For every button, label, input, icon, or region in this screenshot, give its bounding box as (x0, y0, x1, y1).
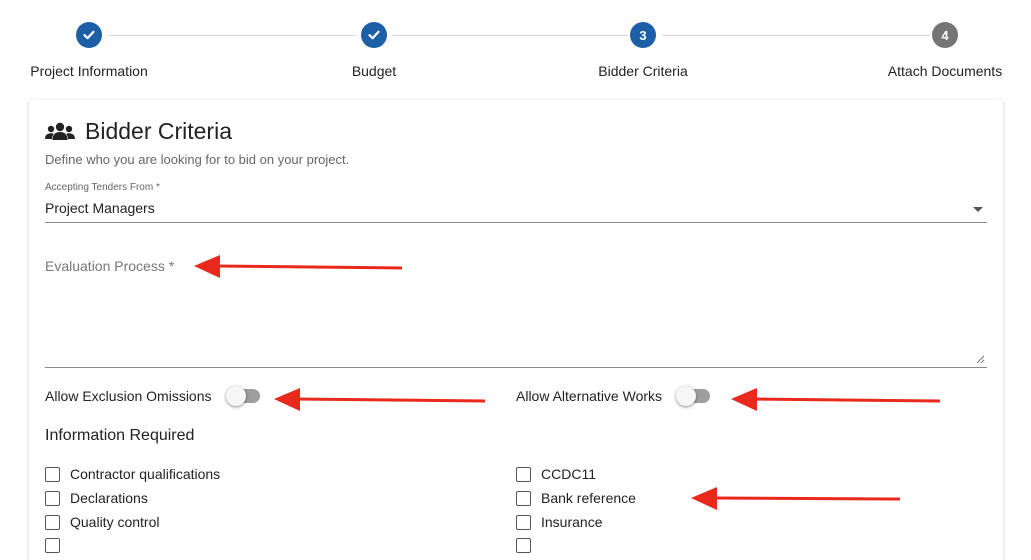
toggle-knob (225, 386, 246, 406)
exclusion-omissions-toggle[interactable] (225, 386, 262, 406)
checkbox-label: Declarations (70, 490, 148, 506)
accepting-tenders-select[interactable]: Project Managers (45, 200, 987, 223)
alternative-works-toggle[interactable] (676, 386, 712, 406)
checkbox-declarations[interactable]: Declarations (45, 490, 148, 506)
checkbox-box[interactable] (45, 514, 60, 530)
information-required-title: Information Required (45, 427, 195, 444)
check-icon (368, 30, 380, 40)
alternative-toggle-label: Allow Alternative Works (516, 388, 663, 404)
checkbox-box[interactable] (516, 538, 531, 553)
evaluation-process-textarea[interactable]: Evaluation Process * (45, 250, 987, 368)
users-icon (45, 122, 75, 140)
resize-handle-icon[interactable] (976, 355, 985, 364)
step-label-budget[interactable]: Budget (352, 63, 396, 79)
tenders-field-label: Accepting Tenders From * (45, 182, 160, 193)
checkbox-contractor-qualifications[interactable]: Contractor qualifications (45, 466, 220, 482)
card-header: Bidder Criteria (45, 118, 232, 145)
textarea-placeholder: Evaluation Process * (45, 258, 175, 274)
check-icon (83, 30, 95, 40)
checkbox-label: Quality control (70, 514, 160, 530)
checkbox-box[interactable] (516, 514, 531, 530)
alternative-toggle-row: Allow Alternative Works (516, 386, 712, 406)
checkbox-label: CCDC11 (541, 466, 596, 482)
checkbox-label: Insurance (541, 514, 603, 530)
bidder-criteria-card: Bidder Criteria Define who you are looki… (29, 100, 1003, 560)
step-connector (662, 35, 930, 36)
step-label-attach-documents[interactable]: Attach Documents (888, 63, 1002, 79)
checkbox-partial-hidden[interactable] (516, 538, 531, 553)
step-connector (108, 35, 356, 36)
checkbox-box[interactable] (516, 466, 531, 482)
card-subtitle: Define who you are looking for to bid on… (45, 152, 350, 167)
stepper: 3 4 Project Information Budget Bidder Cr… (0, 0, 1031, 100)
exclusion-toggle-label: Allow Exclusion Omissions (45, 388, 212, 404)
caret-down-icon[interactable] (973, 207, 983, 212)
checkbox-ccdc11[interactable]: CCDC11 (516, 466, 596, 482)
select-value: Project Managers (45, 200, 155, 216)
checkbox-box[interactable] (516, 490, 531, 506)
step-4-todo[interactable]: 4 (932, 22, 958, 48)
step-number: 3 (639, 27, 647, 43)
checkbox-quality-control[interactable]: Quality control (45, 514, 159, 530)
checkbox-insurance[interactable]: Insurance (516, 514, 602, 530)
step-3-active[interactable]: 3 (630, 22, 656, 48)
step-1-done[interactable] (76, 22, 102, 48)
step-label-bidder-criteria[interactable]: Bidder Criteria (598, 63, 687, 79)
exclusion-toggle-row: Allow Exclusion Omissions (45, 386, 262, 406)
toggle-knob (676, 386, 697, 406)
checkbox-bank-reference[interactable]: Bank reference (516, 490, 636, 506)
card-title: Bidder Criteria (85, 118, 232, 144)
step-2-done[interactable] (361, 22, 387, 48)
step-number: 4 (941, 27, 949, 43)
checkbox-box[interactable] (45, 538, 60, 553)
checkbox-partial-hidden[interactable] (45, 538, 60, 553)
checkbox-label: Contractor qualifications (70, 466, 221, 482)
checkbox-label: Bank reference (541, 490, 636, 506)
checkbox-box[interactable] (45, 466, 60, 482)
step-label-project-information[interactable]: Project Information (30, 63, 148, 79)
checkbox-box[interactable] (45, 490, 60, 506)
step-connector (392, 35, 628, 36)
